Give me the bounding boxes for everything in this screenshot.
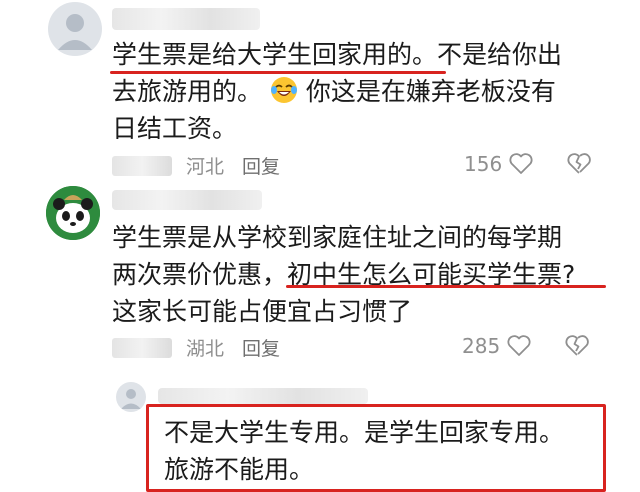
region-label: 湖北 (186, 338, 225, 360)
reply-avatar[interactable] (116, 382, 146, 412)
comment-line: 这家长可能占便宜占习惯了 (112, 297, 413, 326)
comment-meta: 河北 回复 (112, 152, 298, 179)
highlight-underline (110, 71, 446, 74)
like-count: 156 (464, 152, 503, 176)
region-label: 河北 (186, 156, 225, 178)
comment-meta: 湖北 回复 (112, 334, 298, 361)
reply-button[interactable]: 回复 (242, 334, 280, 361)
comment-text: 学生票是给大学生回家用的。不是给你出 去旅游用的。 你这是在嫌弃老板没有 日结工… (112, 36, 562, 147)
reply-username[interactable] (158, 388, 368, 404)
reply-line: 旅游不能用。 (164, 455, 315, 484)
comment-line: 日结工资。 (112, 114, 238, 143)
timestamp-blurred (112, 155, 172, 176)
like-button[interactable]: 156 (464, 152, 534, 176)
avatar[interactable] (48, 2, 102, 56)
reply-button[interactable]: 回复 (242, 152, 280, 179)
laughing-emoji-icon (270, 77, 297, 103)
heart-icon (507, 335, 531, 356)
like-count: 285 (462, 334, 501, 358)
timestamp-blurred (112, 337, 172, 358)
avatar[interactable] (46, 186, 100, 240)
default-avatar-icon (58, 14, 92, 50)
comment-text: 学生票是从学校到家庭住址之间的每学期 两次票价优惠，初中生怎么可能买学生票? 这… (112, 219, 575, 330)
reply-text: 不是大学生专用。是学生回家专用。 旅游不能用。 (164, 414, 564, 488)
heart-icon (509, 153, 533, 174)
like-button[interactable]: 285 (462, 334, 532, 358)
broken-heart-icon[interactable] (566, 152, 592, 176)
default-avatar-icon (121, 389, 141, 409)
reply-line: 不是大学生专用。是学生回家专用。 (164, 418, 565, 447)
highlight-underline (286, 285, 606, 288)
broken-heart-icon[interactable] (564, 334, 590, 358)
comment-line: 学生票是从学校到家庭住址之间的每学期 (112, 223, 563, 252)
comment-line: 你这是在嫌弃老板没有 (305, 77, 556, 106)
panda-avatar-icon (46, 186, 100, 240)
comment-line: 去旅游用的。 (112, 77, 263, 106)
username[interactable] (112, 8, 260, 30)
username[interactable] (112, 190, 262, 210)
comment-line: 学生票是给大学生回家用的。不是给你出 (112, 40, 563, 69)
